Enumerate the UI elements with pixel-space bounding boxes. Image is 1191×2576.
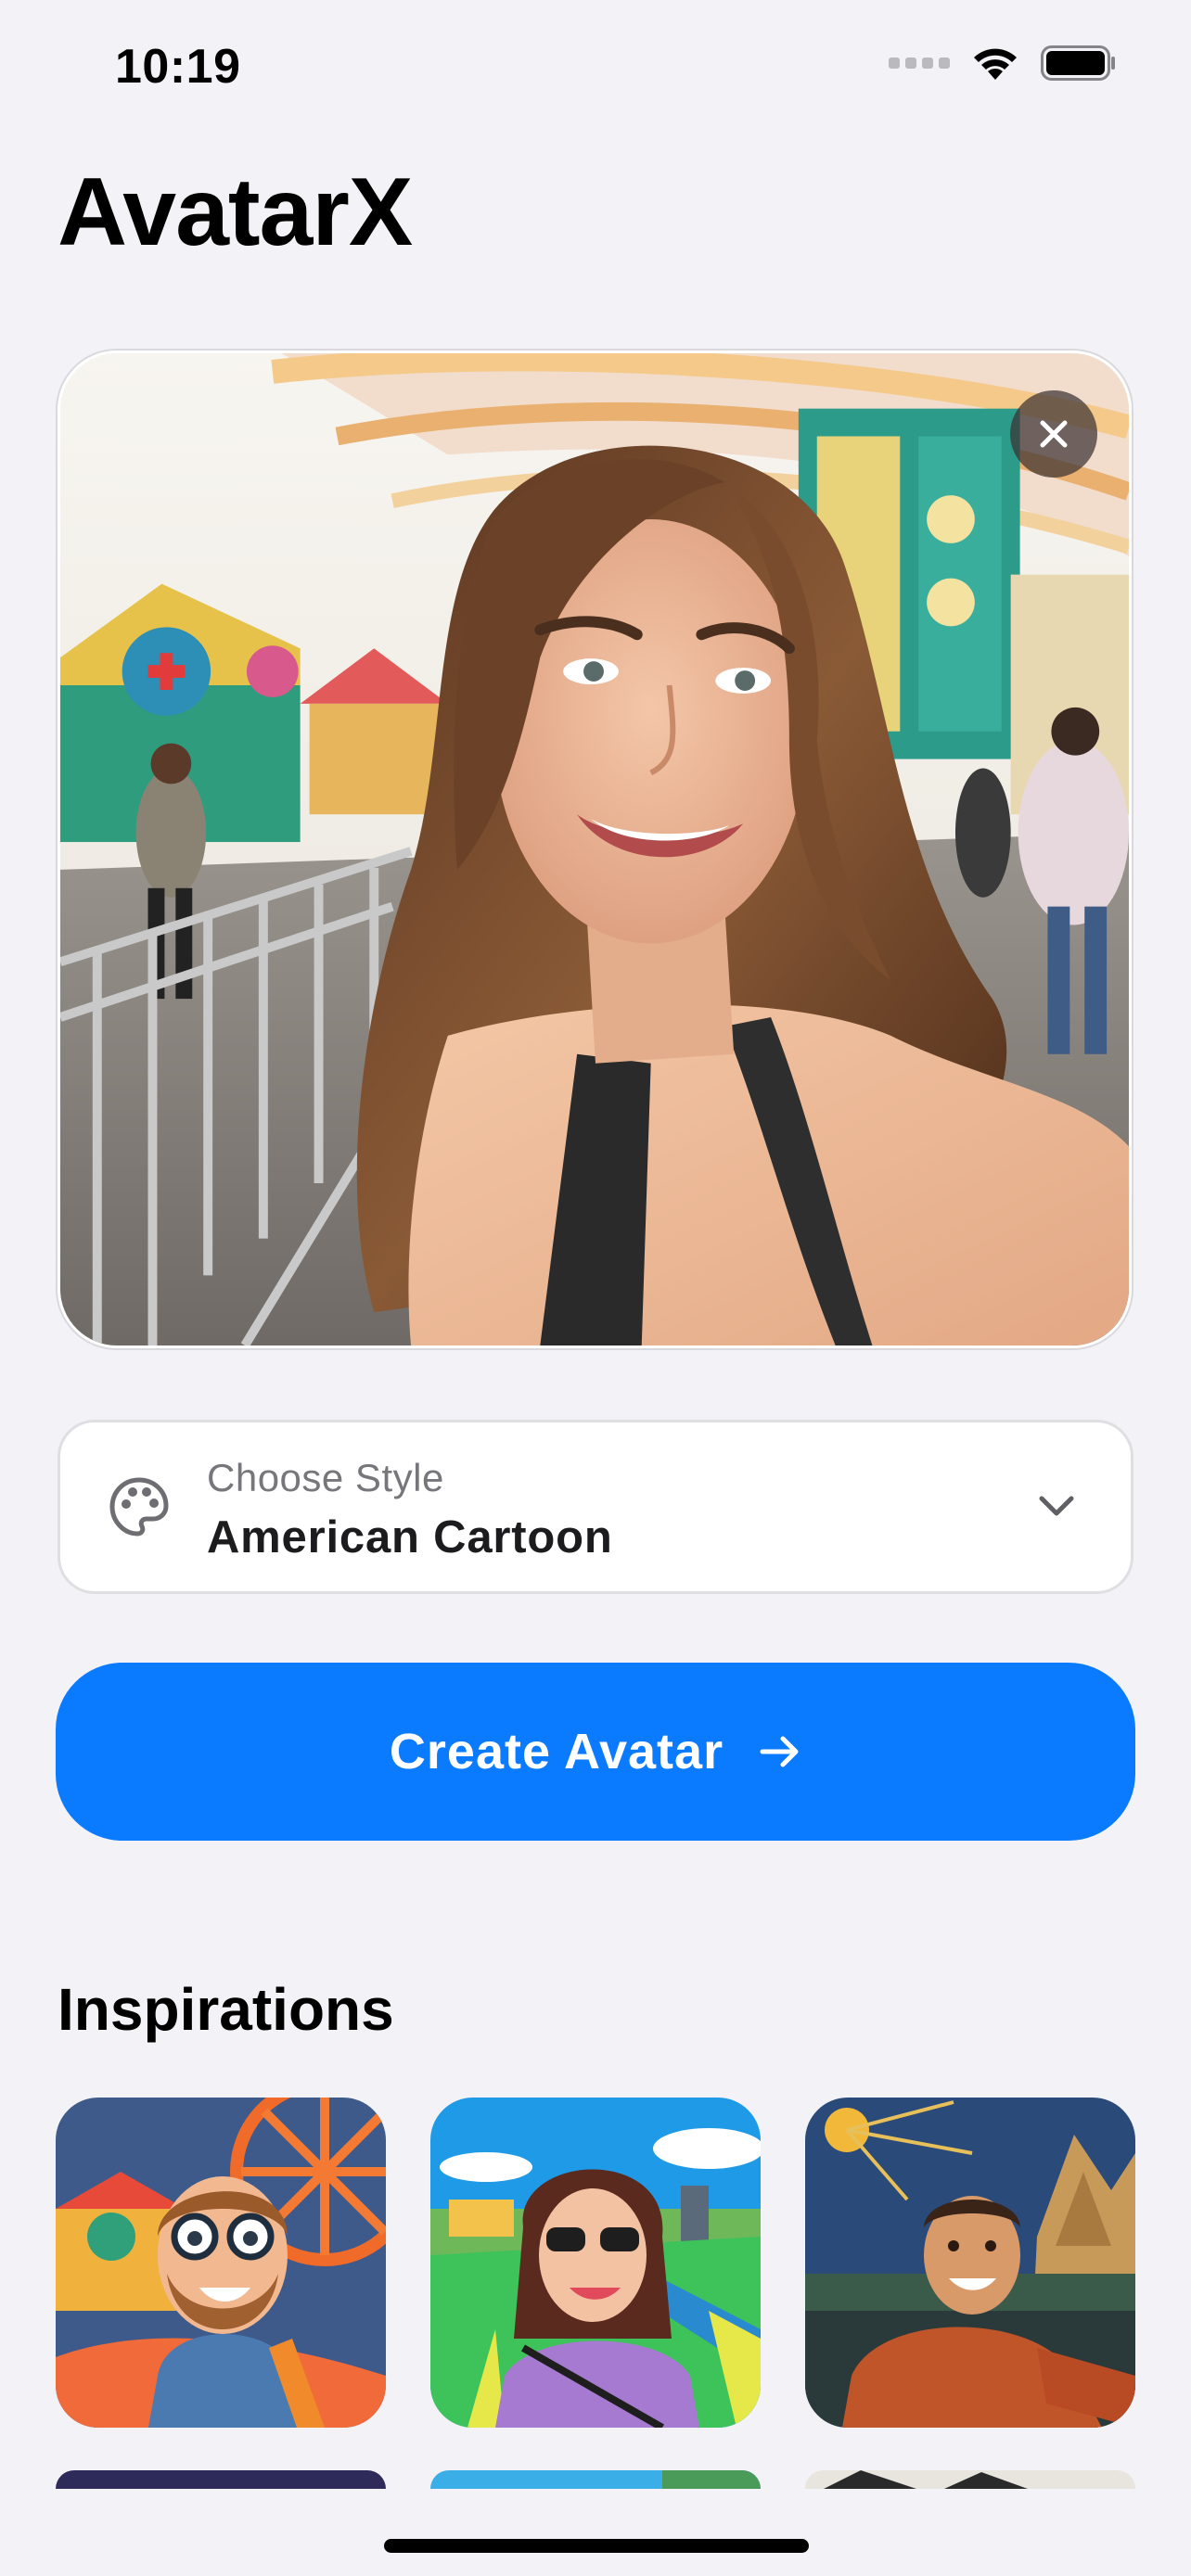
inspiration-tile[interactable] bbox=[805, 2470, 1135, 2489]
close-icon bbox=[1040, 420, 1068, 448]
status-indicators bbox=[889, 45, 1117, 82]
selected-photo[interactable] bbox=[58, 351, 1132, 1348]
remove-photo-button[interactable] bbox=[1010, 390, 1097, 478]
battery-icon bbox=[1041, 45, 1115, 81]
style-picker-value: American Cartoon bbox=[207, 1512, 613, 1562]
palette-icon bbox=[109, 1477, 169, 1537]
wifi-icon bbox=[974, 48, 1017, 80]
inspiration-image-pop-art bbox=[430, 2098, 761, 2428]
inspiration-image-partial bbox=[805, 2470, 1135, 2489]
style-picker[interactable]: Choose Style American Cartoon bbox=[58, 1420, 1133, 1594]
status-time: 10:19 bbox=[115, 40, 241, 94]
create-avatar-label: Create Avatar bbox=[389, 1724, 724, 1779]
status-bar: 10:19 bbox=[0, 0, 1191, 139]
selfie-photo bbox=[60, 353, 1129, 1345]
app-title: AvatarX bbox=[58, 159, 413, 266]
inspiration-tile[interactable] bbox=[430, 2098, 761, 2428]
inspiration-image-partial bbox=[430, 2470, 761, 2489]
inspirations-grid bbox=[56, 2098, 1135, 2489]
inspiration-tile[interactable] bbox=[805, 2098, 1135, 2428]
inspiration-tile[interactable] bbox=[56, 2470, 386, 2489]
style-picker-label: Choose Style bbox=[207, 1456, 444, 1499]
arrow-right-icon bbox=[760, 1736, 799, 1767]
inspiration-tile[interactable] bbox=[56, 2098, 386, 2428]
inspiration-image-partial bbox=[56, 2470, 386, 2489]
inspirations-title: Inspirations bbox=[58, 1976, 394, 2043]
create-avatar-button[interactable]: Create Avatar bbox=[56, 1663, 1135, 1841]
chevron-down-icon bbox=[1039, 1496, 1074, 1516]
inspiration-image-3d-cartoon bbox=[56, 2098, 386, 2428]
inspiration-image-oil-painting bbox=[805, 2098, 1135, 2428]
cellular-signal-icon bbox=[889, 57, 950, 69]
home-indicator[interactable] bbox=[384, 2539, 809, 2553]
inspiration-tile[interactable] bbox=[430, 2470, 761, 2489]
